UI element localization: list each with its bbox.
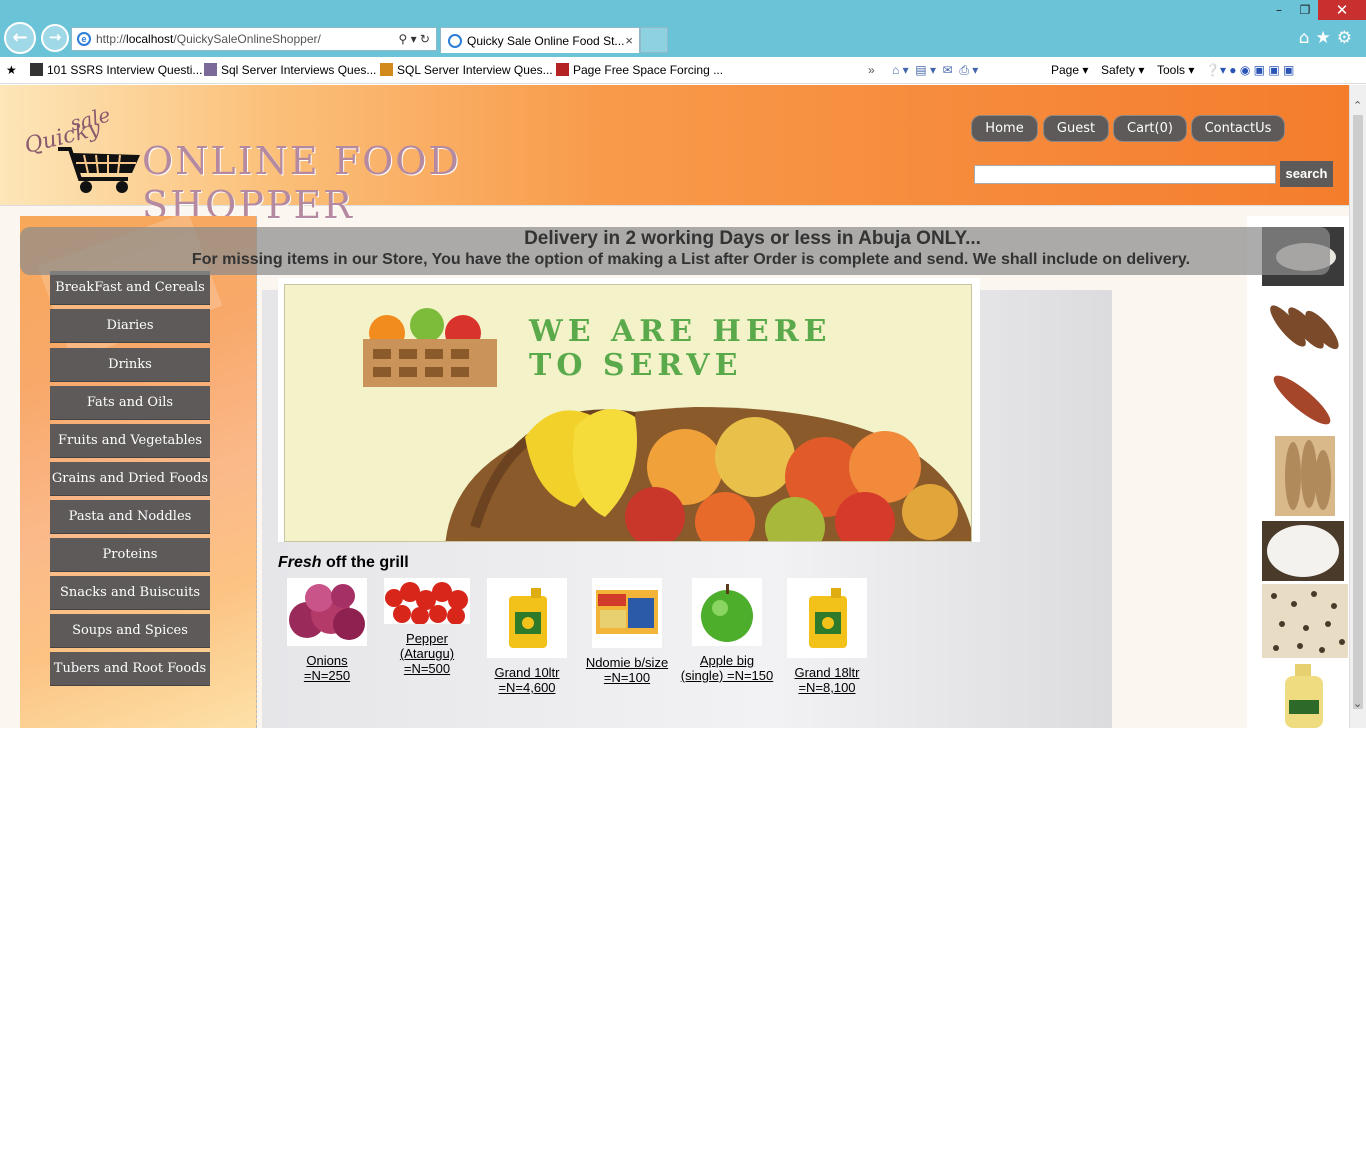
logo-brand-text: ONLINE FOOD SHOPPER (142, 139, 461, 227)
category-grains-dried-foods[interactable]: Grains and Dried Foods (50, 462, 210, 495)
fresh-section-title: Fresh off the grill (278, 554, 409, 571)
page-scrollbar[interactable]: ⌃ ⌄ (1349, 85, 1366, 728)
help-addon-icons[interactable]: ❔▾ ● ◉ ▣ ▣ ▣ (1205, 63, 1294, 77)
product-label[interactable]: Onions =N=250 (282, 653, 372, 683)
category-soups-spices[interactable]: Soups and Spices (50, 614, 210, 647)
search-button[interactable]: search (1280, 161, 1333, 187)
scrollbar-thumb[interactable] (1353, 115, 1363, 709)
main-content: WE ARE HERE TO SERVE Fresh off the grill (262, 278, 1112, 728)
favorite-link-3[interactable]: SQL Server Interview Ques... (380, 63, 553, 77)
banner-slogan: WE ARE HERE TO SERVE (529, 314, 832, 383)
scrolling-product-strip (1247, 216, 1349, 728)
browser-titlebar: ← → e http://localhost/QuickySaleOnlineS… (0, 0, 1366, 57)
toolbar-icons[interactable]: ⌂ ▾ ▤ ▾ ✉ ⎙ ▾ (892, 63, 978, 78)
product-pepper[interactable]: Pepper (Atarugu) =N=500 (382, 578, 472, 676)
favorite-site-icon (380, 63, 393, 76)
sweet-potato-thumbnail[interactable] (1262, 368, 1344, 432)
fruit-basket-illustration (445, 407, 971, 541)
category-breakfast-cereals[interactable]: BreakFast and Cereals (50, 271, 210, 304)
favorite-link-2[interactable]: Sql Server Interviews Ques... (204, 63, 376, 77)
category-sidebar: BreakFast and Cereals Diaries Drinks Fat… (20, 211, 257, 728)
category-fruits-vegetables[interactable]: Fruits and Vegetables (50, 424, 210, 457)
product-label[interactable]: Pepper (Atarugu) =N=500 (382, 631, 472, 676)
product-label[interactable]: Grand 10ltr =N=4,600 (482, 665, 572, 695)
favorites-star-icon[interactable]: ★ (6, 63, 17, 77)
tab-ie-icon (448, 34, 462, 48)
ie-page-icon: e (77, 32, 91, 46)
address-host: localhost (126, 32, 174, 46)
green-apple-image (692, 578, 762, 646)
category-fats-oils[interactable]: Fats and Oils (50, 386, 210, 419)
oil-jerrycan-image (787, 578, 867, 658)
product-label[interactable]: Ndomie b/size =N=100 (582, 655, 672, 685)
address-tools-icons[interactable]: ⚲ ▾ ↻ (398, 28, 430, 50)
product-apple[interactable]: Apple big (single) =N=150 (677, 578, 777, 683)
address-bar[interactable]: e http://localhost/QuickySaleOnlineShopp… (71, 27, 437, 51)
close-window-button[interactable]: ✕ (1318, 0, 1366, 20)
favorite-site-icon (30, 63, 43, 76)
menu-safety[interactable]: Safety ▾ (1101, 63, 1144, 77)
tab-quicky-sale[interactable]: Quicky Sale Online Food St... × (440, 27, 640, 53)
home-favorites-settings-icons[interactable]: ⌂★⚙ (1299, 28, 1358, 48)
site-logo[interactable]: sale Quicky ONLINE FOOD SHOPPER (4, 89, 504, 227)
category-drinks[interactable]: Drinks (50, 348, 210, 381)
search-input[interactable] (974, 165, 1276, 184)
shopping-cart-icon (58, 147, 140, 193)
hero-banner: WE ARE HERE TO SERVE (278, 278, 980, 542)
product-grand-18ltr[interactable]: Grand 18ltr =N=8,100 (782, 578, 872, 695)
yam-thumbnail[interactable] (1262, 296, 1344, 356)
web-page: sale Quicky ONLINE FOOD SHOPPER Home Gue… (0, 85, 1349, 728)
favorites-bar: ★ 101 SSRS Interview Questi... Sql Serve… (0, 57, 1366, 84)
minimize-button[interactable]: – (1266, 0, 1292, 20)
back-button[interactable]: ← (4, 22, 36, 54)
product-onions[interactable]: Onions =N=250 (282, 578, 372, 683)
nav-contactus-button[interactable]: ContactUs (1192, 116, 1284, 141)
nav-cart-button[interactable]: Cart(0) (1114, 116, 1186, 141)
restore-button[interactable]: ❐ (1292, 0, 1318, 20)
tab-title: Quicky Sale Online Food St... (467, 34, 625, 48)
scroll-down-icon[interactable]: ⌄ (1353, 697, 1362, 710)
fruit-crate-illustration (363, 308, 497, 387)
new-tab-button[interactable] (640, 27, 668, 53)
category-tubers-root-foods[interactable]: Tubers and Root Foods (50, 652, 210, 685)
nav-home-button[interactable]: Home (972, 116, 1037, 141)
product-grand-10ltr[interactable]: Grand 10ltr =N=4,600 (482, 578, 572, 695)
menu-page[interactable]: Page ▾ (1051, 63, 1088, 77)
address-protocol: http:// (96, 32, 127, 46)
category-diaries[interactable]: Diaries (50, 309, 210, 342)
address-path: /QuickySaleOnlineShopper/ (173, 32, 321, 46)
tab-close-icon[interactable]: × (625, 28, 633, 53)
oil-jerrycan-image (487, 578, 567, 658)
pepper-image (384, 578, 470, 625)
onions-image (287, 578, 367, 646)
favorite-link-4[interactable]: Page Free Space Forcing ... (556, 63, 723, 77)
category-snacks-buiscuits[interactable]: Snacks and Buiscuits (50, 576, 210, 609)
product-label[interactable]: Grand 18ltr =N=8,100 (782, 665, 872, 695)
menu-tools[interactable]: Tools ▾ (1157, 63, 1194, 77)
toolbar-overflow-icon[interactable]: » (868, 63, 875, 77)
rice-thumbnail[interactable] (1262, 521, 1344, 581)
vegetable-oil-thumbnail[interactable] (1275, 662, 1335, 728)
favorite-site-icon (204, 63, 217, 76)
product-label[interactable]: Apple big (single) =N=150 (677, 653, 777, 683)
favorite-link-1[interactable]: 101 SSRS Interview Questi... (30, 63, 202, 77)
delivery-notice: Delivery in 2 working Days or less in Ab… (20, 227, 1330, 275)
delivery-notice-line1: Delivery in 2 working Days or less in Ab… (524, 228, 981, 249)
scroll-up-icon[interactable]: ⌃ (1353, 99, 1362, 112)
delivery-notice-line2: For missing items in our Store, You have… (191, 251, 1191, 268)
product-ndomie[interactable]: Ndomie b/size =N=100 (582, 578, 672, 685)
site-header: sale Quicky ONLINE FOOD SHOPPER Home Gue… (0, 85, 1349, 227)
beans-thumbnail[interactable] (1262, 584, 1348, 658)
category-pasta-noddles[interactable]: Pasta and Noddles (50, 500, 210, 533)
favorite-site-icon (556, 63, 569, 76)
noodles-pack-image (592, 578, 662, 648)
nav-guest-button[interactable]: Guest (1044, 116, 1108, 141)
cassava-thumbnail[interactable] (1275, 436, 1335, 516)
forward-button[interactable]: → (41, 24, 69, 52)
category-proteins[interactable]: Proteins (50, 538, 210, 571)
